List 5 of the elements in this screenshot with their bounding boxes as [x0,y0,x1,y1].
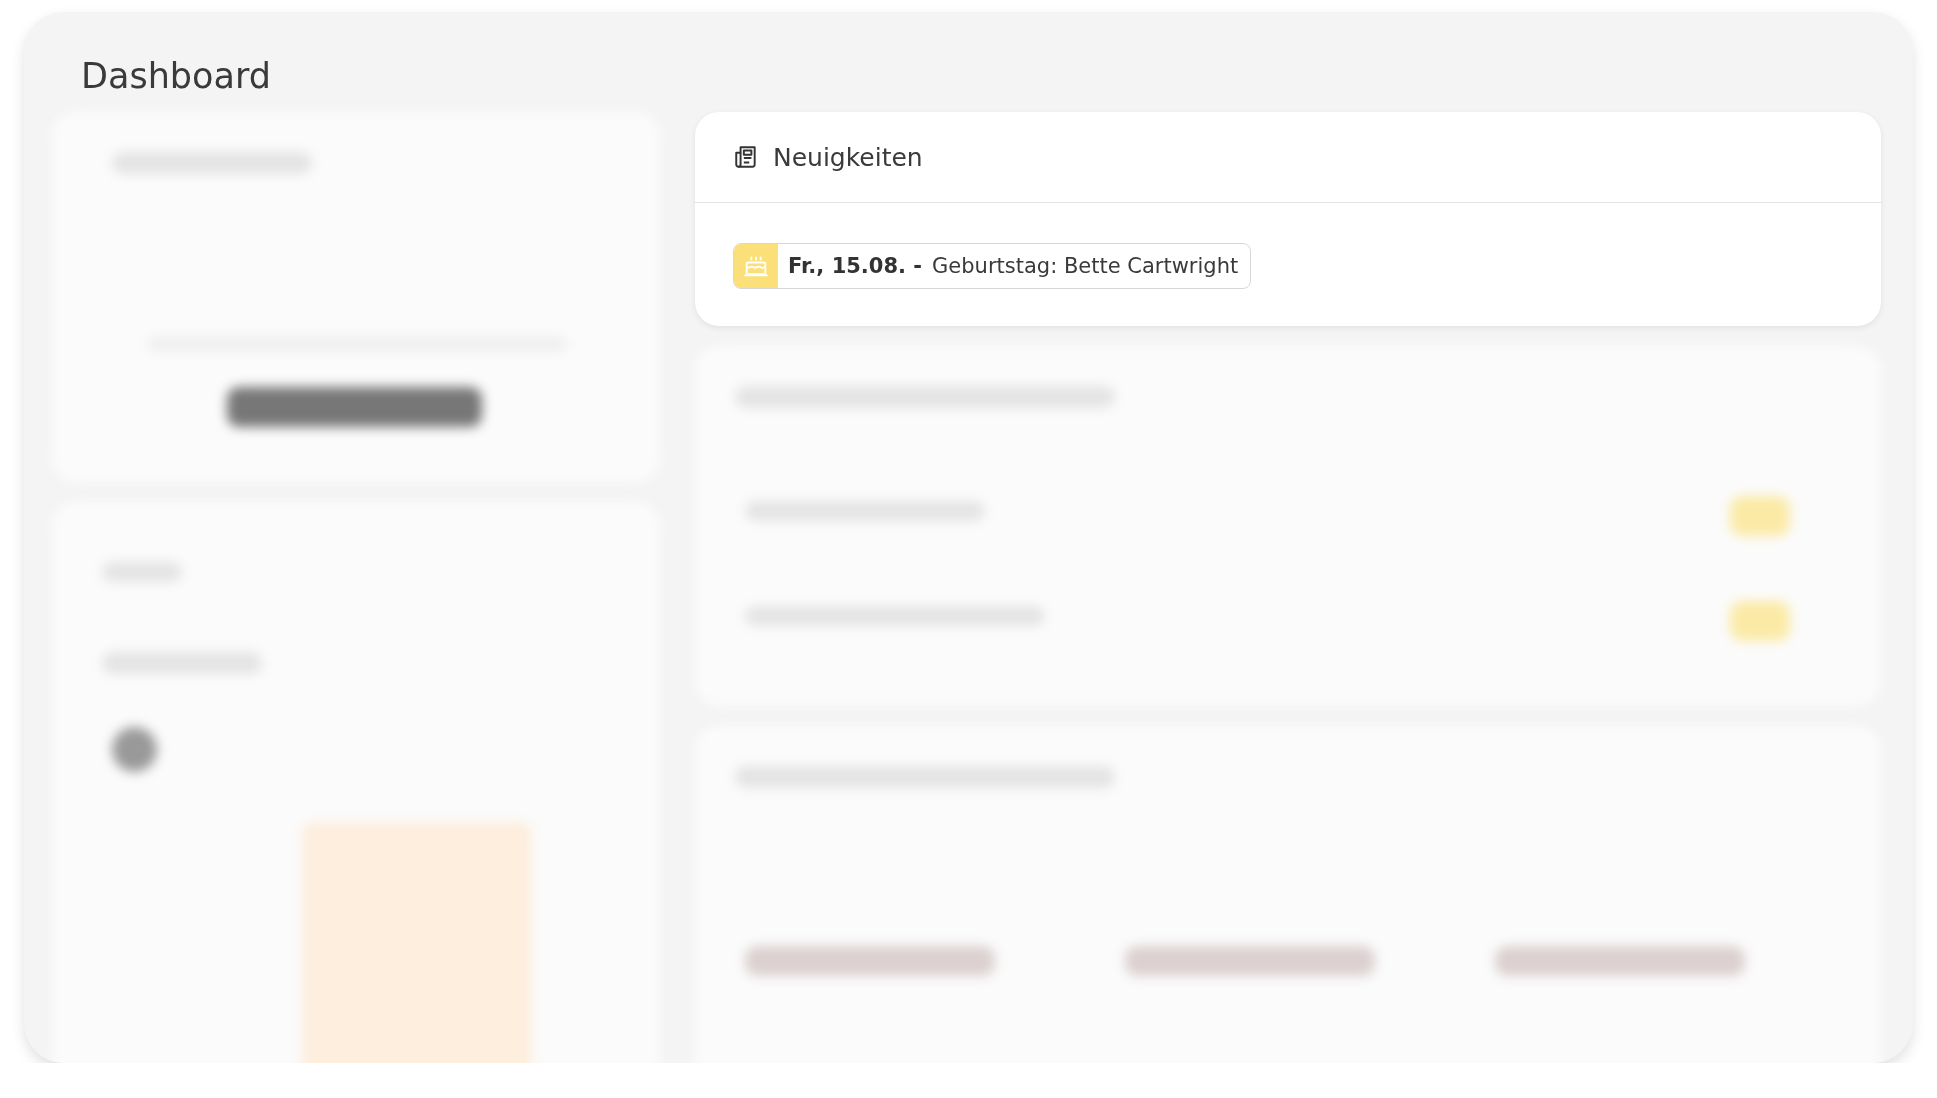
newspaper-icon [733,144,759,170]
news-date: Fr., 15.08. - [788,254,923,278]
page-title: Dashboard [80,55,272,98]
card-title: Neuigkeiten [773,142,923,172]
news-text: Geburtstag: Bette Cartwright [932,254,1239,278]
